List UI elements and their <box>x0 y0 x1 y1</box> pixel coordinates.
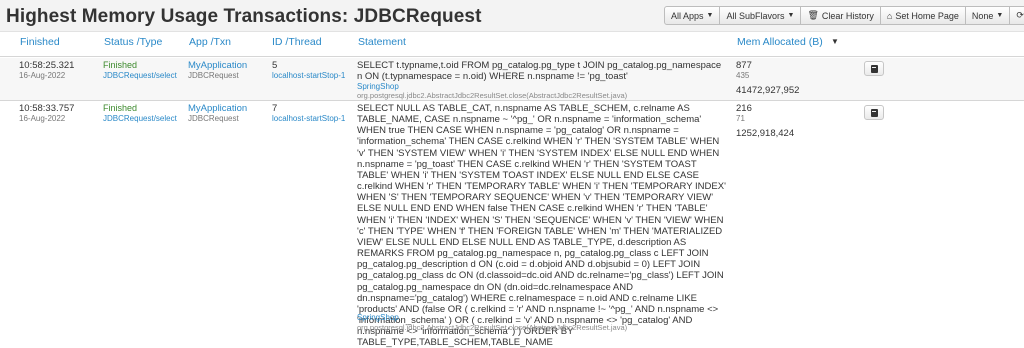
book-icon <box>870 108 878 117</box>
home-icon: ⌂ <box>886 10 893 21</box>
mem-sub: 435 <box>736 71 750 80</box>
table-row[interactable]: 10:58:25.321 16-Aug-2022 Finished JDBCRe… <box>0 58 1024 100</box>
trash-icon: 🗑 <box>807 10 819 20</box>
clear-history-button[interactable]: 🗑 Clear History <box>801 6 881 25</box>
page: Highest Memory Usage Transactions: JDBCR… <box>0 0 1024 348</box>
statement-text: SELECT t.typname,t.oid FROM pg_catalog.p… <box>357 60 722 83</box>
clear-history-label: Clear History <box>821 10 874 21</box>
all-apps-dropdown[interactable]: All Apps ▼ <box>664 6 721 25</box>
mem-main: 216 <box>736 103 752 114</box>
column-header-status-type[interactable]: Status /Type <box>104 36 162 48</box>
page-title: Highest Memory Usage Transactions: JDBCR… <box>6 6 482 27</box>
finished-date: 16-Aug-2022 <box>19 114 66 123</box>
column-header-finished[interactable]: Finished <box>20 36 60 48</box>
statement-source: org.postgresql.jdbc2.AbstractJdbc2Result… <box>357 323 628 332</box>
none-dropdown[interactable]: None ▼ <box>965 6 1011 25</box>
txn-text: JDBCRequest <box>188 71 239 80</box>
column-header-mem-allocated[interactable]: Mem Allocated (B) <box>737 36 823 48</box>
book-icon <box>870 64 878 73</box>
all-subflavors-label: All SubFlavors <box>726 10 785 21</box>
details-button[interactable] <box>864 105 884 120</box>
sort-desc-icon[interactable]: ▼ <box>831 37 839 46</box>
app-link[interactable]: MyApplication <box>188 103 247 114</box>
id-text: 7 <box>272 103 278 114</box>
mem-sub: 71 <box>736 114 745 123</box>
details-button[interactable] <box>864 61 884 76</box>
all-apps-label: All Apps <box>671 10 704 21</box>
mem-total: 1252,918,424 <box>736 128 795 139</box>
type-link[interactable]: JDBCRequest/select <box>103 114 177 123</box>
finished-time: 10:58:33.757 <box>19 103 75 114</box>
column-header-statement[interactable]: Statement <box>358 36 406 48</box>
header-divider <box>0 56 1024 57</box>
set-home-page-button[interactable]: ⌂ Set Home Page <box>880 6 966 25</box>
set-home-page-label: Set Home Page <box>895 10 959 21</box>
thread-link[interactable]: localhost-startStop-1 <box>272 114 345 123</box>
caret-down-icon: ▼ <box>787 12 795 19</box>
none-label: None <box>971 10 994 21</box>
statement-app-link[interactable]: SpringShop <box>357 313 399 323</box>
statement-text: SELECT NULL AS TABLE_CAT, n.nspname AS T… <box>357 103 726 348</box>
header-bar: Highest Memory Usage Transactions: JDBCR… <box>0 0 1024 32</box>
app-link[interactable]: MyApplication <box>188 60 247 71</box>
column-header-id-thread[interactable]: ID /Thread <box>272 36 322 48</box>
refresh-icon: ⟳ <box>1016 10 1024 20</box>
column-header-app-txn[interactable]: App /Txn <box>189 36 231 48</box>
type-link[interactable]: JDBCRequest/select <box>103 71 177 80</box>
thread-link[interactable]: localhost-startStop-1 <box>272 71 345 80</box>
id-text: 5 <box>272 60 278 71</box>
caret-down-icon: ▼ <box>706 12 714 19</box>
finished-time: 10:58:25.321 <box>19 60 75 71</box>
mem-total: 41472,927,952 <box>736 85 800 96</box>
status-text: Finished <box>103 103 138 113</box>
table-row[interactable]: 10:58:33.757 16-Aug-2022 Finished JDBCRe… <box>0 101 1024 348</box>
mem-main: 877 <box>736 60 752 71</box>
status-text: Finished <box>103 60 138 70</box>
txn-text: JDBCRequest <box>188 114 239 123</box>
all-subflavors-dropdown[interactable]: All SubFlavors ▼ <box>720 6 802 25</box>
caret-down-icon: ▼ <box>996 12 1004 19</box>
refresh-button[interactable]: ⟳ <box>1010 6 1024 25</box>
finished-date: 16-Aug-2022 <box>19 71 66 80</box>
toolbar: All Apps ▼ All SubFlavors ▼ 🗑 Clear Hist… <box>664 6 1024 26</box>
